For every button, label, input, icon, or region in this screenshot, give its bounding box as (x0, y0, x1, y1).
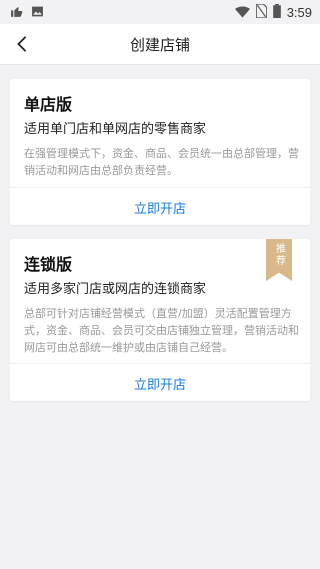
card-description: 总部可针对店铺经营模式（直营/加盟）灵活配置管理方式，资金、商品、会员可交由店铺… (24, 307, 299, 354)
battery-icon (272, 3, 281, 22)
badge-label: 推荐 (273, 243, 285, 267)
image-icon (31, 3, 44, 22)
chain-store-card: 推荐 连锁版 适用多家门店或网店的连锁商家 总部可针对店铺经营模式（直营/加盟）… (10, 239, 310, 401)
recommended-badge: 推荐 (266, 239, 292, 281)
no-sim-icon (255, 2, 268, 22)
thumbs-up-icon (10, 3, 23, 22)
card-subtitle: 适用多家门店或网店的连锁商家 (24, 282, 207, 297)
card-title: 连锁版 (24, 255, 73, 274)
status-time: 3:59 (286, 4, 312, 20)
card-subtitle: 适用单门店和单网店的零售商家 (24, 122, 207, 137)
open-store-button[interactable]: 立即开店 (10, 188, 310, 226)
status-bar: 3:59 (0, 0, 320, 24)
page-title: 创建店铺 (129, 35, 190, 54)
wifi-icon (234, 3, 250, 22)
nav-bar: 创建店铺 (0, 24, 320, 65)
open-store-button[interactable]: 立即开店 (10, 364, 310, 402)
card-title: 单店版 (24, 95, 73, 114)
single-store-card: 单店版 适用单门店和单网店的零售商家 在强管理模式下，资金、商品、会员统一由总部… (10, 79, 310, 225)
chevron-left-icon[interactable] (10, 32, 34, 56)
card-description: 在强管理模式下，资金、商品、会员统一由总部管理，营销活动和网店由总部负责经营。 (24, 147, 299, 177)
